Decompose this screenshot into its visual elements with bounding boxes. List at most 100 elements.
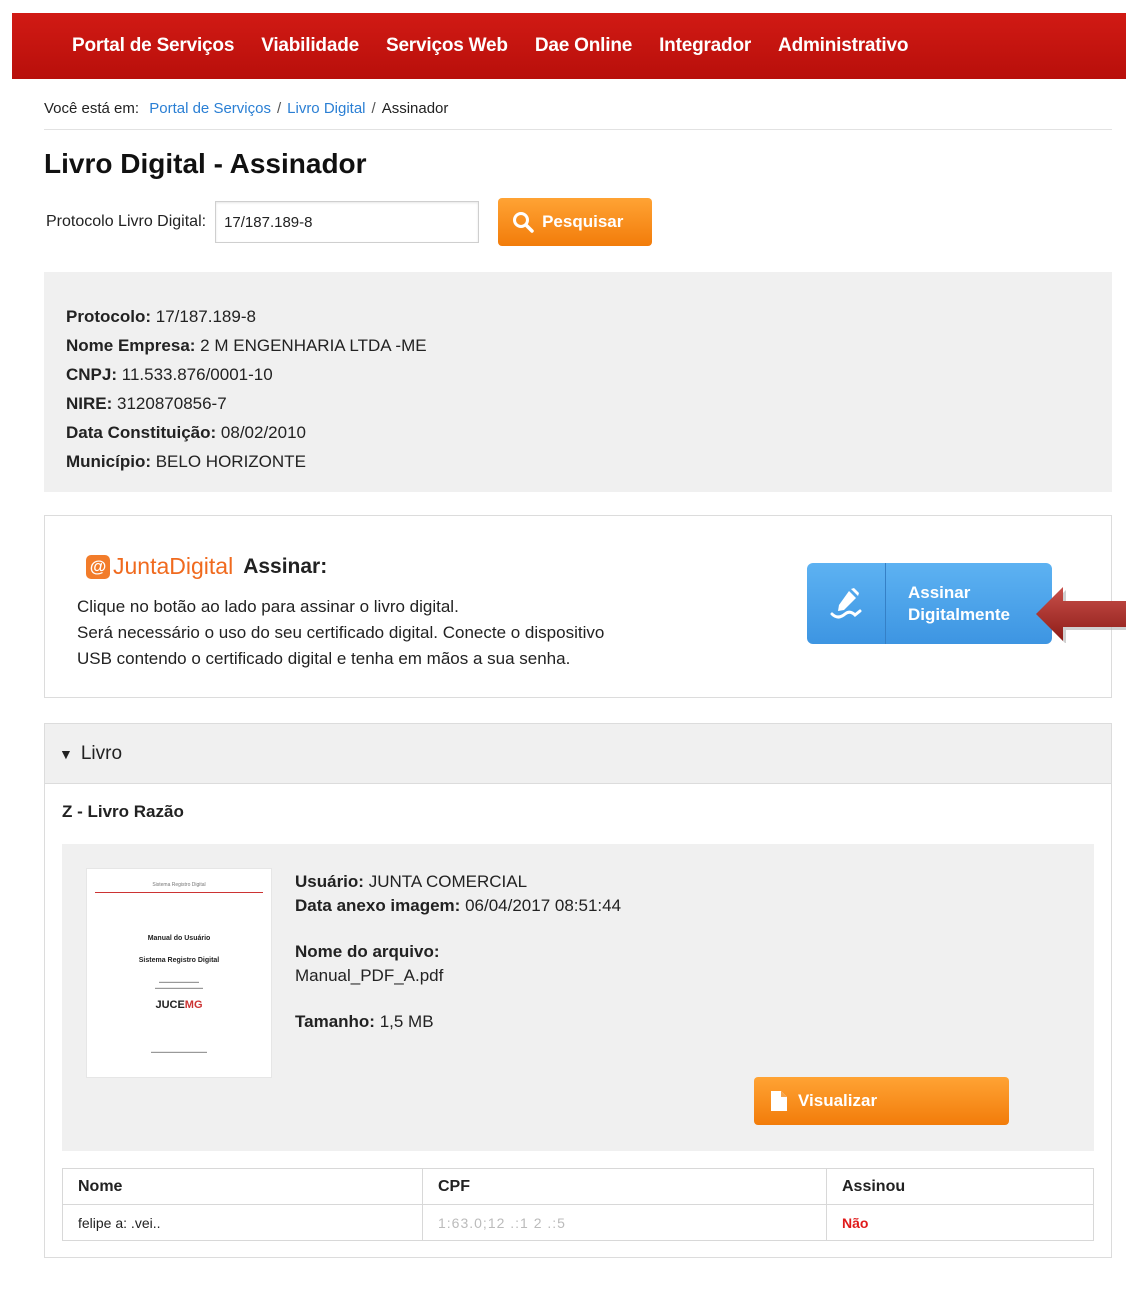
cell-nome: felipe a: .vei..	[62, 1204, 423, 1241]
instruction-line: Será necessário o uso do seu certificado…	[77, 623, 605, 642]
sign-button-line: Assinar	[908, 582, 971, 602]
pointer-arrow-icon	[1036, 587, 1126, 643]
view-button-label: Visualizar	[798, 1091, 878, 1110]
meta-label: Nome do arquivo:	[295, 942, 440, 961]
breadcrumb: Você está em: Portal de Serviços / Livro D…	[44, 100, 1112, 130]
file-name-label: Nome do arquivo:	[295, 940, 621, 964]
info-value: BELO HORIZONTE	[155, 452, 306, 471]
breadcrumb-separator: /	[276, 100, 282, 117]
meta-label: Usuário:	[295, 872, 364, 891]
instruction-line: USB contendo o certificado digital e ten…	[77, 649, 571, 668]
top-nav: Portal de Serviços Viabilidade Serviços …	[12, 13, 1126, 79]
file-size: Tamanho: 1,5 MB	[295, 1010, 621, 1034]
caret-down-icon: ▼	[59, 745, 73, 762]
thumb-rule	[95, 892, 263, 893]
breadcrumb-link-livro-digital[interactable]: Livro Digital	[287, 100, 365, 117]
at-icon: @	[86, 554, 110, 579]
breadcrumb-current: Assinador	[381, 100, 449, 117]
breadcrumb-prefix: Você está em:	[44, 100, 140, 117]
search-button[interactable]: Pesquisar	[498, 198, 653, 246]
nav-integrador[interactable]: Integrador	[659, 35, 751, 57]
cell-cpf: 1:63.0;12 .:1 2 .:5	[422, 1204, 827, 1241]
info-label: Protocolo:	[66, 307, 151, 326]
meta-value: 06/04/2017 08:51:44	[465, 896, 622, 915]
view-button[interactable]: Visualizar	[754, 1077, 1009, 1125]
info-nire: NIRE: 3120870856-7	[66, 389, 1090, 418]
nav-portal-servicos[interactable]: Portal de Serviços	[72, 35, 234, 57]
livro-panel-title: Livro	[80, 742, 123, 764]
protocol-input[interactable]	[215, 201, 480, 243]
signers-table: Nome CPF Assinou felipe a: .vei.. 1:63.0…	[62, 1168, 1094, 1241]
meta-label: Data anexo imagem:	[295, 896, 461, 915]
junta-digital-logo: @ JuntaDigital Assinar:	[86, 553, 327, 580]
brand-bold: Junta	[113, 553, 170, 579]
info-label: Município:	[66, 452, 151, 471]
info-value: 11.533.876/0001-10	[121, 365, 273, 384]
thumb-title: Manual do Usuário	[147, 935, 211, 942]
company-info: Protocolo: 17/187.189-8 Nome Empresa: 2 …	[44, 272, 1112, 492]
logo-part: JUCE	[155, 999, 185, 1011]
sign-section: @ JuntaDigital Assinar: Clique no botão …	[44, 515, 1112, 698]
file-name-value: Manual_PDF_A.pdf	[295, 966, 444, 985]
brand-name: JuntaDigital	[113, 553, 233, 580]
sign-button-label: Assinar Digitalmente	[886, 582, 1010, 626]
nav-viabilidade[interactable]: Viabilidade	[261, 35, 359, 57]
sign-instructions: Clique no botão ao lado para assinar o l…	[77, 594, 604, 672]
thumb-header: Sistema Registro Digital	[152, 882, 206, 888]
info-label: Data Constituição:	[66, 423, 217, 442]
column-header-nome: Nome	[62, 1168, 423, 1205]
info-nome-empresa: Nome Empresa: 2 M ENGENHARIA LTDA -ME	[66, 331, 1090, 360]
table-row: felipe a: .vei.. 1:63.0;12 .:1 2 .:5 Não	[62, 1204, 1094, 1241]
file-icon	[771, 1091, 787, 1111]
livro-panel-body: Z - Livro Razão Sistema Registro Digital…	[45, 784, 1111, 1257]
livro-panel-toggle[interactable]: ▼ Livro	[45, 724, 1111, 784]
protocol-label: Protocolo Livro Digital:	[46, 213, 207, 230]
search-row: Protocolo Livro Digital: Pesquisar	[44, 198, 1112, 246]
info-label: CNPJ:	[66, 365, 118, 384]
info-label: Nome Empresa:	[66, 336, 196, 355]
info-municipio: Município: BELO HORIZONTE	[66, 447, 1090, 476]
instruction-line: Clique no botão ao lado para assinar o l…	[77, 597, 459, 616]
thumb-footer: ▬▬▬▬▬▬▬▬▬▬▬▬▬▬	[151, 1049, 207, 1054]
file-date: Data anexo imagem: 06/04/2017 08:51:44	[295, 894, 621, 918]
info-value: 3120870856-7	[117, 394, 227, 413]
sign-title: Assinar:	[243, 554, 328, 578]
info-cnpj: CNPJ: 11.533.876/0001-10	[66, 360, 1090, 389]
search-button-label: Pesquisar	[542, 212, 624, 231]
signature-icon	[807, 563, 886, 644]
sign-button-line: Digitalmente	[908, 604, 1011, 624]
cell-assinou: Não	[826, 1204, 1094, 1241]
page-title: Livro Digital - Assinador	[44, 148, 367, 179]
info-value: 08/02/2010	[220, 423, 307, 442]
livro-panel: ▼ Livro Z - Livro Razão Sistema Registro…	[44, 723, 1112, 1258]
meta-label: Tamanho:	[295, 1012, 375, 1031]
file-meta: Usuário: JUNTA COMERCIAL Data anexo imag…	[295, 870, 621, 1034]
file-user: Usuário: JUNTA COMERCIAL	[295, 870, 621, 894]
file-details: Sistema Registro Digital Manual do Usuár…	[62, 844, 1094, 1151]
breadcrumb-link-portal[interactable]: Portal de Serviços	[149, 100, 271, 117]
nav-dae-online[interactable]: Dae Online	[535, 35, 632, 57]
table-header-row: Nome CPF Assinou	[62, 1168, 1094, 1205]
info-label: NIRE:	[66, 394, 113, 413]
nav-administrativo[interactable]: Administrativo	[778, 35, 908, 57]
logo-part: MG	[184, 999, 203, 1011]
page-content: Você está em: Portal de Serviços / Livro D…	[44, 100, 1112, 1258]
info-data-constituicao: Data Constituição: 08/02/2010	[66, 418, 1090, 447]
meta-value: 1,5 MB	[379, 1012, 434, 1031]
thumb-fineprint: ▬▬▬▬▬▬▬▬▬▬ ▬▬▬▬▬▬▬▬▬▬▬▬	[155, 979, 203, 990]
info-protocolo: Protocolo: 17/187.189-8	[66, 302, 1090, 331]
brand-thin: Digital	[169, 553, 234, 579]
jucemg-logo: JUCEMG	[87, 999, 271, 1011]
book-name: Z - Livro Razão	[62, 802, 184, 821]
column-header-cpf: CPF	[422, 1168, 827, 1205]
document-thumbnail: Sistema Registro Digital Manual do Usuár…	[86, 868, 272, 1078]
search-icon	[513, 212, 534, 233]
meta-value: JUNTA COMERCIAL	[368, 872, 528, 891]
info-value: 17/187.189-8	[155, 307, 256, 326]
nav-servicos-web[interactable]: Serviços Web	[386, 35, 508, 57]
column-header-assinou: Assinou	[826, 1168, 1094, 1205]
info-value: 2 M ENGENHARIA LTDA -ME	[200, 336, 427, 355]
thumb-subtitle: Sistema Registro Digital	[138, 957, 220, 964]
